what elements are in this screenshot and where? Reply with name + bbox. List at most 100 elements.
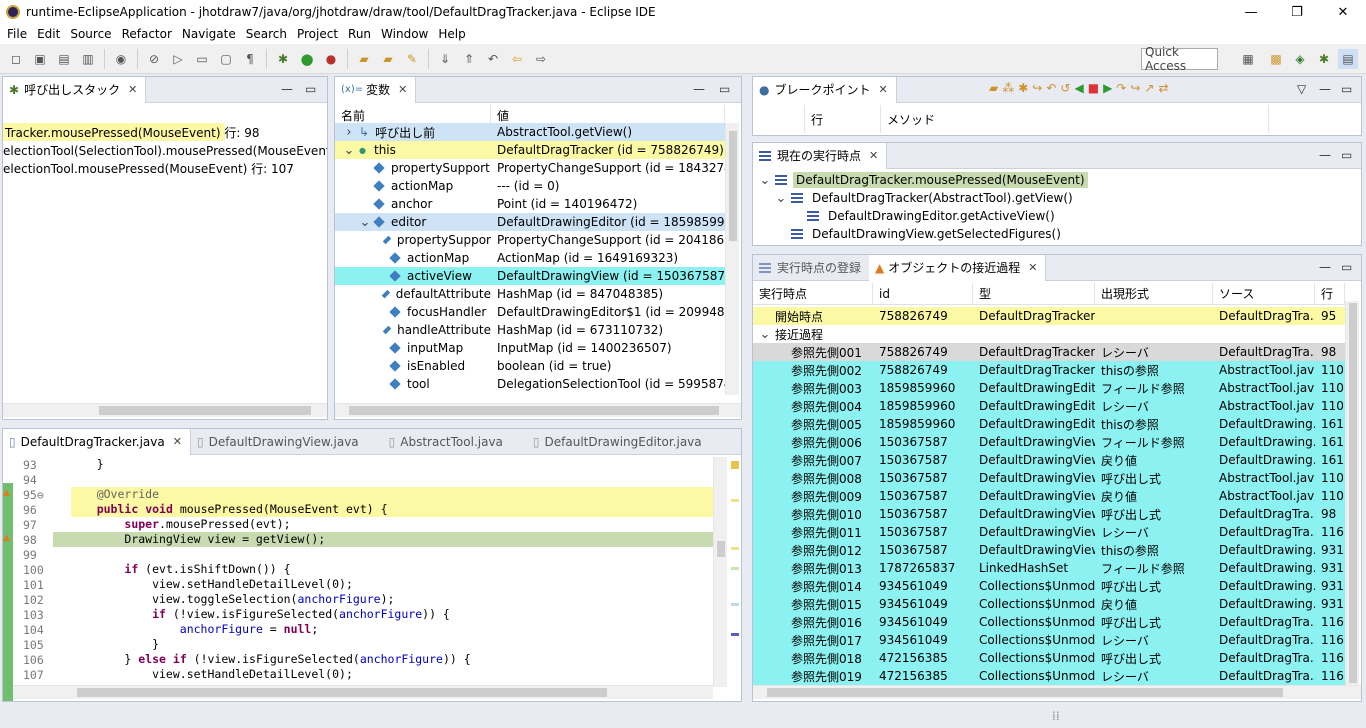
variables-vscrollbar[interactable] <box>725 123 739 395</box>
maximize-button[interactable]: ❐ <box>1274 0 1320 24</box>
quick-access-field[interactable]: Quick Access <box>1141 45 1218 73</box>
java-perspective-icon[interactable]: ◈ <box>1290 49 1310 69</box>
print-icon[interactable]: ▥ <box>78 49 98 69</box>
code-line[interactable]: ▲ 95⊖ @Override <box>3 487 713 502</box>
trace-row[interactable]: 参照先側006 150367587 DefaultDrawingView フィールド参… <box>753 433 1345 451</box>
code-line[interactable]: 96 public void mousePressed(MouseEvent e… <box>13 502 713 517</box>
menu-refactor[interactable]: Refactor <box>117 27 177 41</box>
group-icon[interactable]: ⁂ <box>1002 81 1014 95</box>
open-perspective-icon[interactable]: ▦ <box>1238 49 1258 69</box>
trace-row[interactable]: 参照先側001 758826749 DefaultDragTracker レシーバ De… <box>753 343 1345 361</box>
trace-row[interactable]: 参照先側013 1787265837 LinkedHashSet フィールド参照 Def… <box>753 559 1345 577</box>
exec-point-row[interactable]: DefaultDrawingEditor.getActiveView() <box>753 207 1058 225</box>
suspend-icon[interactable]: ▭ <box>192 49 212 69</box>
variable-row[interactable]: propertySupport PropertyChangeSupport (id… <box>335 159 725 177</box>
code-line[interactable]: 106 } else if (!view.isFigureSelected(an… <box>13 652 713 667</box>
prev-annotation-icon[interactable]: ⇑ <box>459 49 479 69</box>
run-icon[interactable]: ● <box>297 49 317 69</box>
variable-row[interactable]: actionMap ActionMap (id = 1649169323) <box>335 249 725 267</box>
resume-icon[interactable]: ▷ <box>168 49 188 69</box>
open-task-icon[interactable]: ▰ <box>378 49 398 69</box>
minimize-view-icon[interactable]: — <box>693 82 705 96</box>
variable-row[interactable]: handleAttribute HashMap (id = 673110732) <box>335 321 725 339</box>
col-line[interactable]: 行 <box>1315 283 1345 304</box>
scroll-thumb[interactable] <box>767 688 1283 697</box>
back-step-icon[interactable]: ◀ <box>1074 81 1083 95</box>
stop-icon[interactable]: ■ <box>1088 81 1099 95</box>
trace-row[interactable]: 参照先側003 1859859960 DefaultDrawingEdit... フィ… <box>753 379 1345 397</box>
view-menu-icon[interactable]: ▽ <box>1297 82 1306 96</box>
code-line[interactable]: 93 } <box>13 457 713 472</box>
trace-vscrollbar[interactable] <box>1345 301 1359 685</box>
variable-row[interactable]: defaultAttribute HashMap (id = 847048385) <box>335 285 725 303</box>
callstack-row[interactable]: Tracker.mousePressed(MouseEvent) 行: 98 <box>3 123 259 141</box>
code-line[interactable]: ▲ 98 DrawingView view = getView(); <box>3 532 713 547</box>
terminate-icon[interactable]: ▢ <box>216 49 236 69</box>
trace-row[interactable]: 参照先側017 934561049 Collections$Unmod... レシーバ… <box>753 631 1345 649</box>
chevron-down-icon[interactable]: ⌄ <box>759 327 771 342</box>
maximize-view-icon[interactable]: ▭ <box>719 82 730 96</box>
open-type-icon[interactable]: ▰ <box>354 49 374 69</box>
current-exec-tab[interactable]: 現在の実行時点 ✕ <box>753 143 888 169</box>
scroll-thumb[interactable] <box>1349 303 1357 683</box>
maximize-view-icon[interactable]: ▭ <box>1341 82 1352 96</box>
variable-row[interactable]: actionMap --- (id = 0) <box>335 177 725 195</box>
variable-row[interactable]: › ↳ 呼び出し前 AbstractTool.getView() <box>335 123 725 141</box>
trace-group-row[interactable]: ⌄ 接近過程 <box>753 325 823 343</box>
variable-row[interactable]: tool DelegationSelectionTool (id = 599587… <box>335 375 725 393</box>
chevron-down-icon[interactable]: ⌄ <box>775 191 787 206</box>
close-icon[interactable]: ✕ <box>869 149 878 162</box>
code-line[interactable]: 105 } <box>13 637 713 652</box>
code-line[interactable]: 100 if (evt.isShiftDown()) { <box>13 562 713 577</box>
col-source[interactable]: ソース <box>1213 283 1315 304</box>
variable-row[interactable]: anchor Point (id = 140196472) <box>335 195 725 213</box>
trace-row[interactable]: 参照先側012 150367587 DefaultDrawingView thisの参… <box>753 541 1345 559</box>
col-type[interactable]: 型 <box>973 283 1095 304</box>
col-method-header[interactable]: メソッド <box>881 105 1269 133</box>
redo-icon[interactable]: ↷ <box>1116 81 1126 95</box>
minimize-view-icon[interactable]: — <box>1319 148 1331 162</box>
jump-icon[interactable]: ↪ <box>1130 81 1140 95</box>
minimize-view-icon[interactable]: — <box>281 82 293 96</box>
import-icon[interactable]: ▰ <box>989 81 998 95</box>
callstack-row[interactable]: electionTool.mousePressed(MouseEvent) 行:… <box>3 159 327 177</box>
save-icon[interactable]: ▣ <box>30 49 50 69</box>
overview-ruler[interactable] <box>729 457 741 687</box>
menu-navigate[interactable]: Navigate <box>177 27 241 41</box>
menu-window[interactable]: Window <box>376 27 433 41</box>
code-line[interactable]: 107 view.setHandleDetailLevel(0); <box>13 667 713 682</box>
trace-row[interactable]: 参照先側014 934561049 Collections$Unmod... 呼び出し… <box>753 577 1345 595</box>
trace-hscrollbar[interactable] <box>753 685 1361 699</box>
maximize-view-icon[interactable]: ▭ <box>1341 148 1352 162</box>
search-tool-icon[interactable]: ✎ <box>402 49 422 69</box>
menu-edit[interactable]: Edit <box>32 27 65 41</box>
col-form[interactable]: 出現形式 <box>1095 283 1213 304</box>
menu-run[interactable]: Run <box>343 27 376 41</box>
start-point-row[interactable]: 開始時点 758826749 DefaultDragTracker DefaultDr… <box>753 307 1345 325</box>
out-icon[interactable]: ↗ <box>1144 81 1154 95</box>
variable-row[interactable]: propertySuppor PropertyChangeSupport (id … <box>335 231 725 249</box>
scroll-thumb[interactable] <box>729 131 737 241</box>
col-exec-point[interactable]: 実行時点 <box>753 283 873 304</box>
variables-tab[interactable]: (x)= 変数 ✕ <box>335 77 417 103</box>
exec-point-row[interactable]: DefaultDrawingView.getSelectedFigures() <box>753 225 1064 243</box>
close-icon[interactable]: ✕ <box>1028 261 1037 274</box>
next-annotation-icon[interactable]: ⇓ <box>435 49 455 69</box>
trace-row[interactable]: 参照先側015 934561049 Collections$Unmod... 戻り値 D… <box>753 595 1345 613</box>
trace-row[interactable]: 参照先側002 758826749 DefaultDragTracker thisの参… <box>753 361 1345 379</box>
variable-row[interactable]: isEnabled boolean (id = true) <box>335 357 725 375</box>
reverse-icon[interactable]: ↺ <box>1060 81 1070 95</box>
editor-tab-abstracttool[interactable]: ▯ AbstractTool.java <box>383 429 511 455</box>
trace-row[interactable]: 参照先側008 150367587 DefaultDrawingView 呼び出し式 A… <box>753 469 1345 487</box>
debug-perspective-icon[interactable]: ◉ <box>111 49 131 69</box>
trace-row[interactable]: 参照先側016 934561049 Collections$Unmod... 呼び出し… <box>753 613 1345 631</box>
variable-row[interactable]: ⌄ editor DefaultDrawingEditor (id = 185985… <box>335 213 725 231</box>
undo-icon[interactable]: ↶ <box>1046 81 1056 95</box>
forward-step-icon[interactable]: ▶ <box>1103 81 1112 95</box>
code-line[interactable]: 97 super.mousePressed(evt); <box>13 517 713 532</box>
variable-row[interactable]: ⌄ ● this DefaultDragTracker (id = 758826749… <box>335 141 725 159</box>
new-icon[interactable]: ◻ <box>6 49 26 69</box>
minimize-button[interactable]: — <box>1228 0 1274 24</box>
menu-source[interactable]: Source <box>65 27 116 41</box>
code-line[interactable]: 103 if (!view.isFigureSelected(anchorFig… <box>13 607 713 622</box>
